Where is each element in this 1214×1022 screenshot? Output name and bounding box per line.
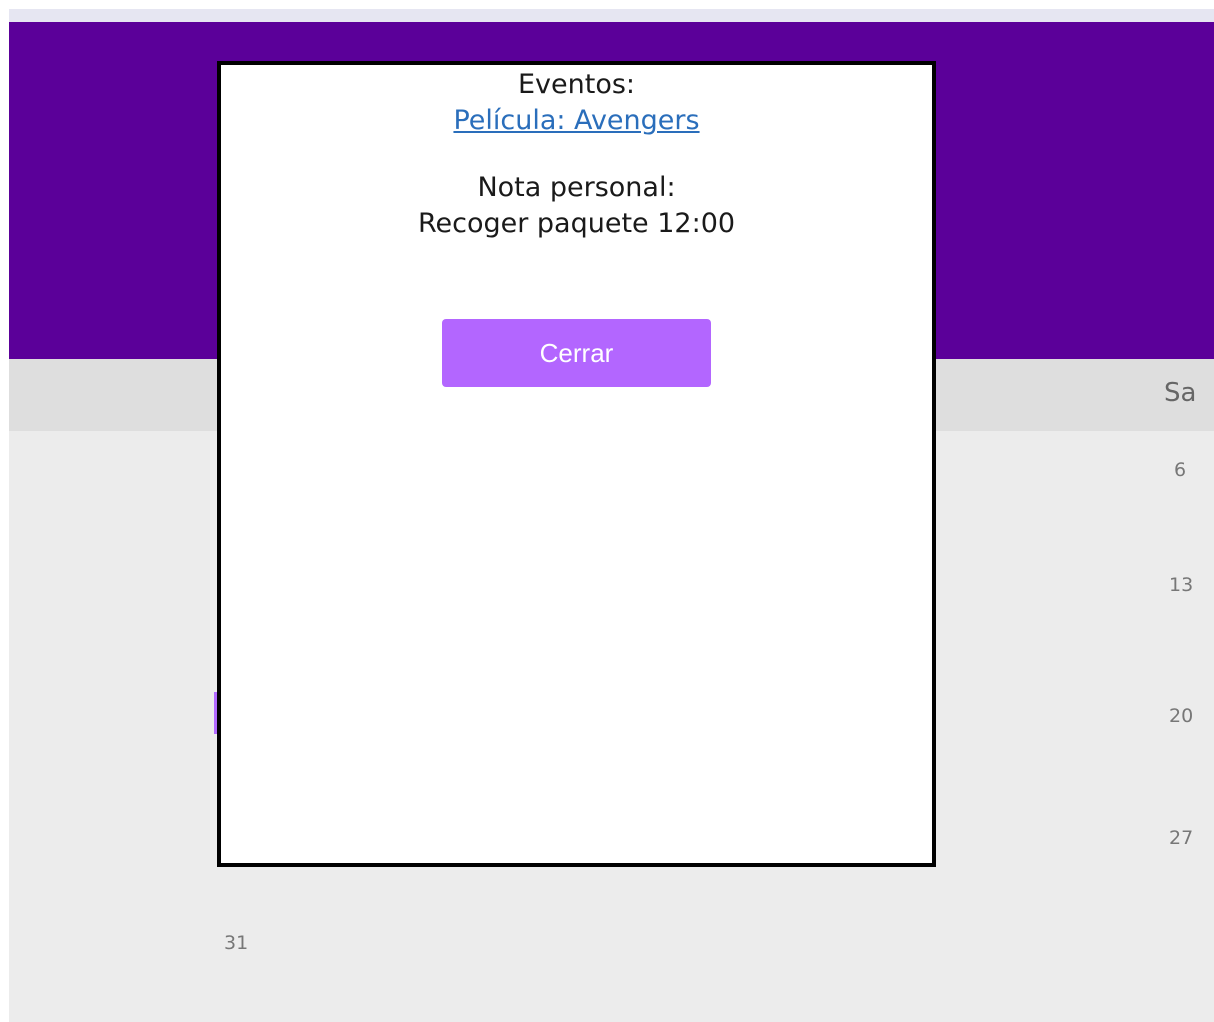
note-text: Recoger paquete 12:00 — [417, 208, 736, 239]
day-31[interactable]: 31 — [224, 932, 248, 954]
close-button[interactable]: Cerrar — [442, 319, 711, 387]
day-20[interactable]: 20 — [1169, 705, 1193, 727]
note-heading: Nota personal: — [477, 172, 676, 203]
event-link-container: Película: Avengers — [221, 103, 932, 139]
events-heading: Eventos: — [517, 69, 636, 100]
event-details-modal: Eventos: Película: Avengers Nota persona… — [217, 61, 936, 867]
day-6[interactable]: 6 — [1174, 459, 1186, 481]
day-27[interactable]: 27 — [1169, 827, 1193, 849]
top-strip — [9, 9, 1214, 22]
weekday-saturday: Sa — [1164, 378, 1197, 408]
event-link-avengers[interactable]: Película: Avengers — [453, 105, 699, 136]
day-13[interactable]: 13 — [1169, 574, 1193, 596]
